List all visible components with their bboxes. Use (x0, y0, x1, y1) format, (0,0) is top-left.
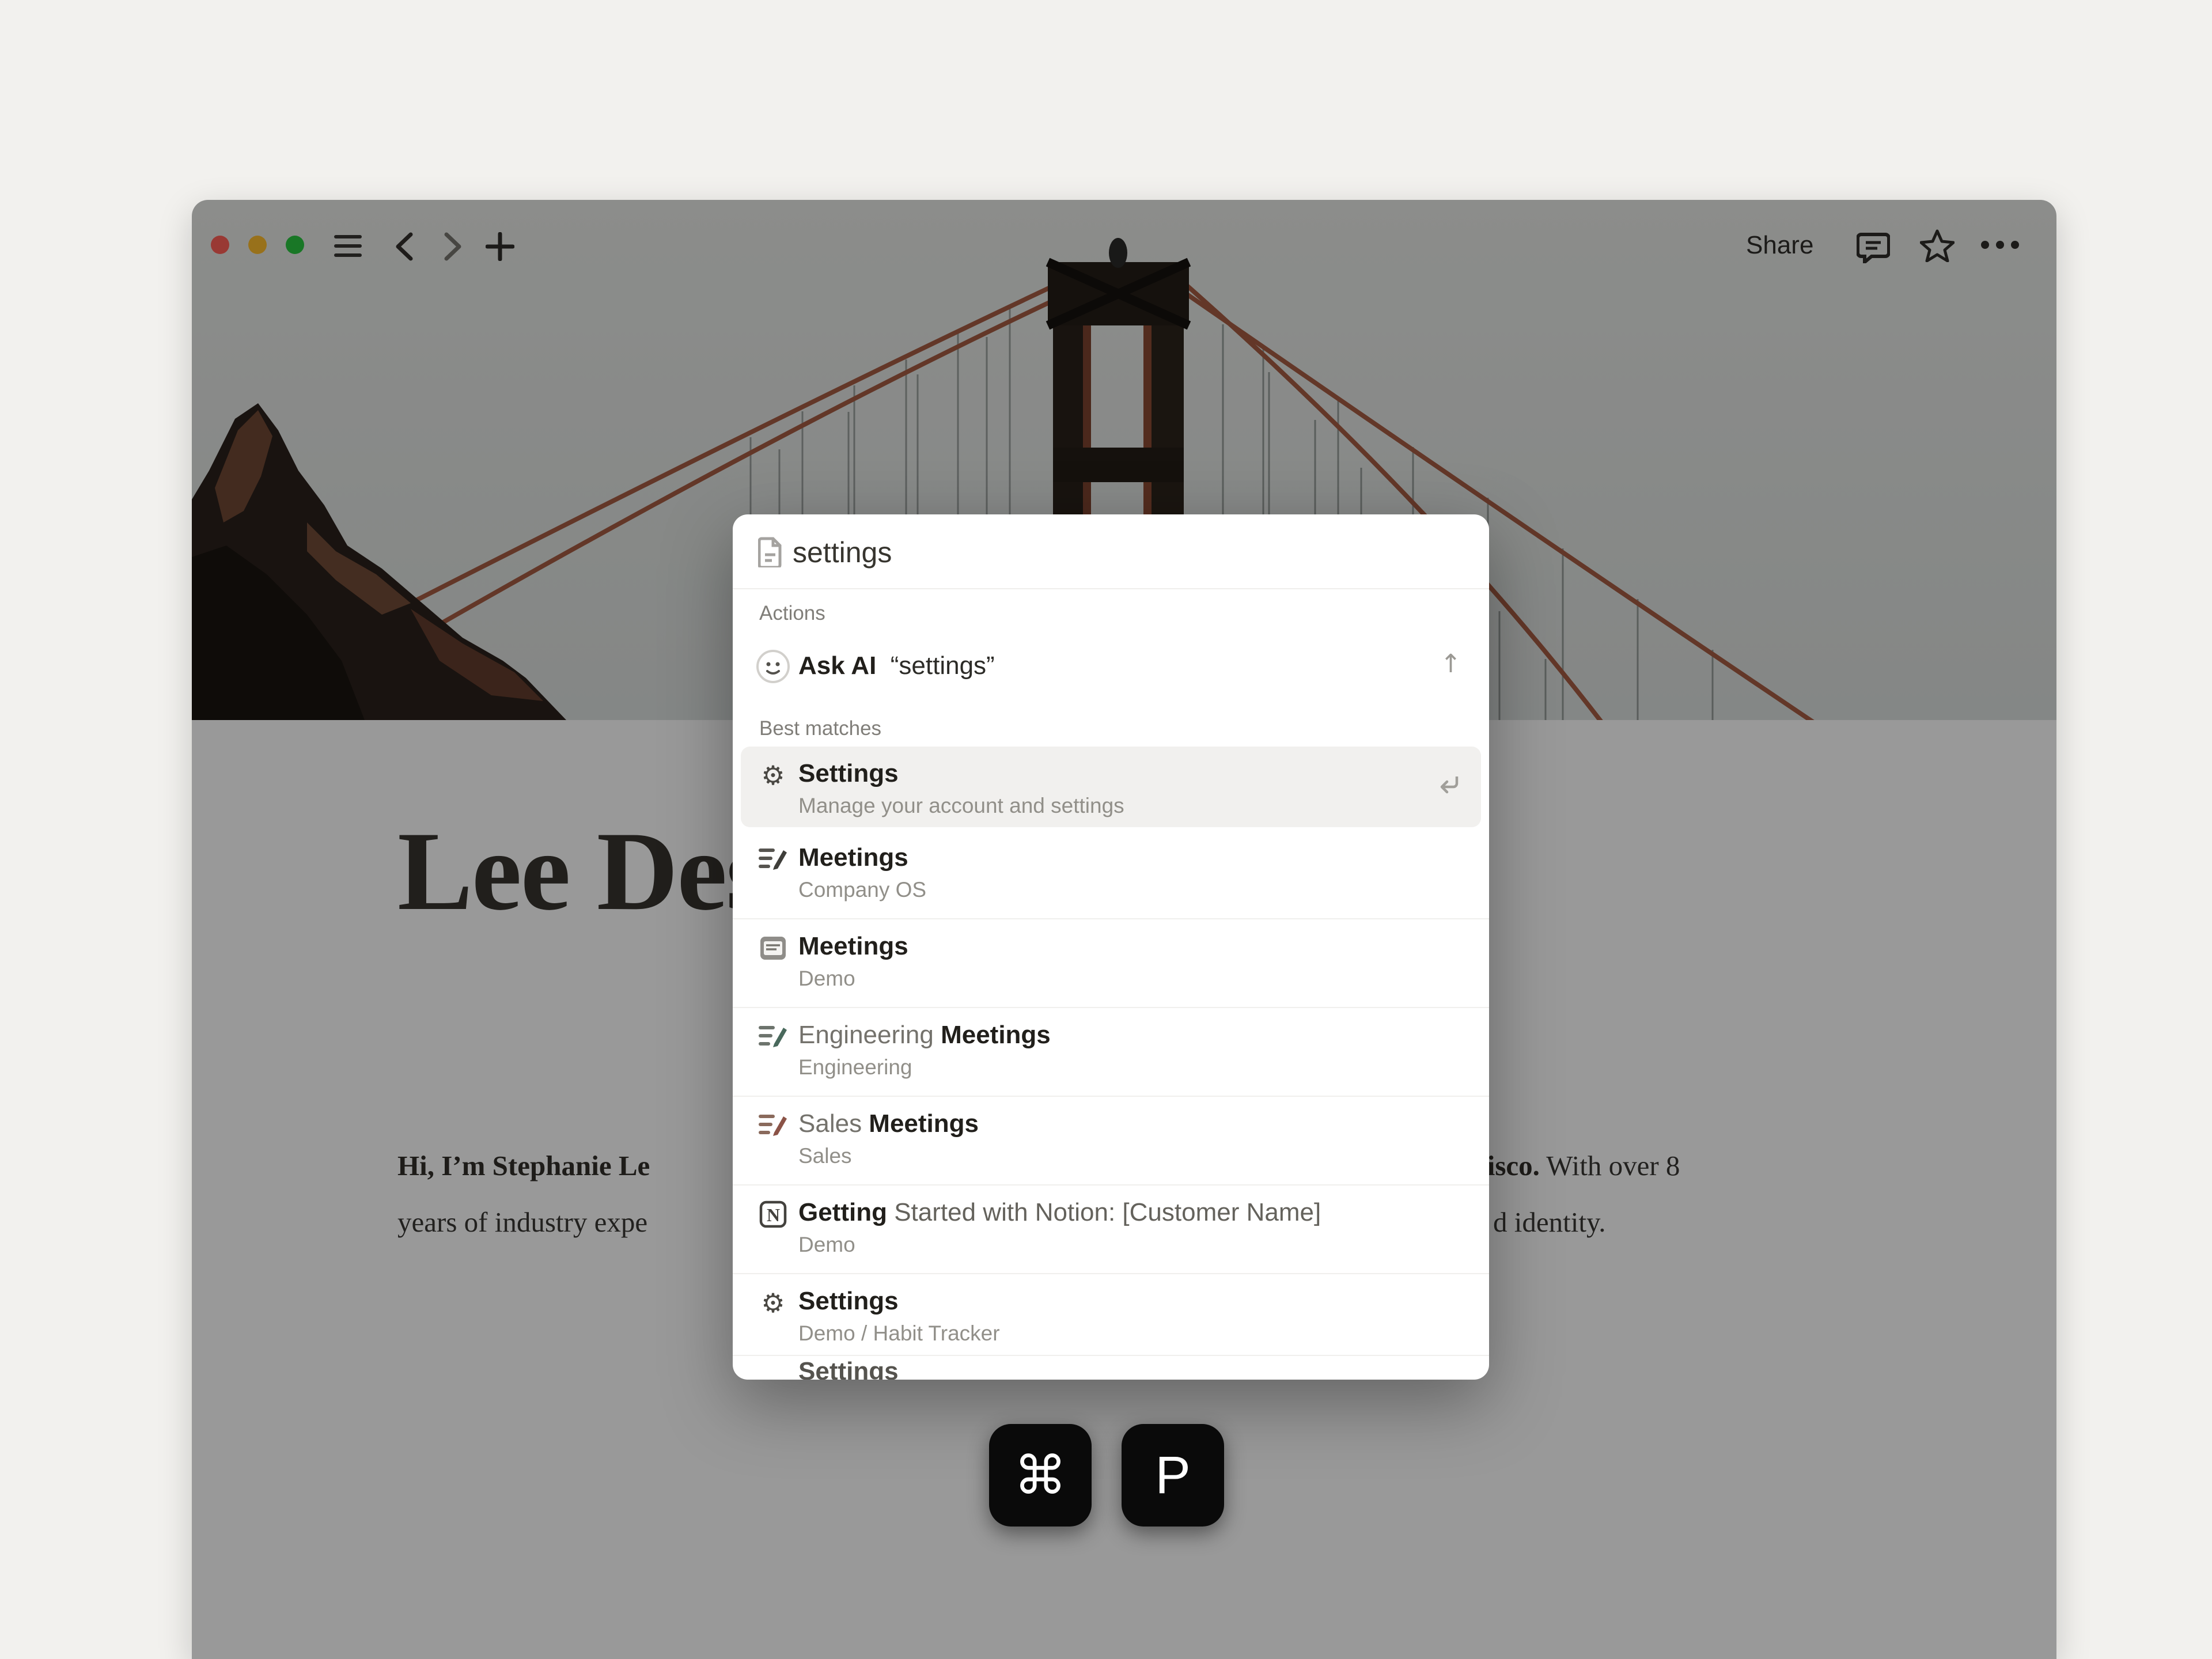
gear-icon: ⚙ (758, 760, 788, 790)
p-keycap: P (1122, 1424, 1224, 1527)
search-result-meetings-demo[interactable]: Meetings Demo (733, 919, 1489, 1007)
search-result-settings-habit-tracker[interactable]: ⚙ Settings Demo / Habit Tracker (733, 1274, 1489, 1355)
meeting-notes-icon (758, 1022, 788, 1052)
enter-icon (1436, 773, 1461, 798)
page-icon (758, 536, 783, 567)
meeting-notes-icon (758, 844, 788, 874)
section-label-actions: Actions (759, 602, 825, 625)
search-result-settings-partial[interactable]: Settings (733, 1356, 1489, 1380)
search-modal: Actions Ask AI “settings” ↑ Best matches… (733, 514, 1489, 1380)
search-input-row (733, 514, 1489, 589)
cmd-keycap: ⌘ (989, 1424, 1092, 1527)
gear-icon: ⚙ (758, 1288, 788, 1318)
search-result-meetings-companyos[interactable]: Meetings Company OS (733, 831, 1489, 918)
search-result-settings[interactable]: ⚙ Settings Manage your account and setti… (733, 747, 1489, 831)
svg-text:N: N (767, 1205, 780, 1225)
ai-face-icon (756, 649, 790, 684)
notion-logo-icon: N (758, 1199, 788, 1229)
search-input[interactable] (791, 535, 1370, 570)
search-result-sales-meetings[interactable]: Sales Meetings Sales (733, 1097, 1489, 1184)
section-label-best-matches: Best matches (759, 717, 881, 740)
note-card-icon (758, 933, 788, 963)
search-result-getting-started[interactable]: N Getting Started with Notion: [Customer… (733, 1185, 1489, 1273)
arrow-up-icon: ↑ (1440, 649, 1461, 679)
search-result-engineering-meetings[interactable]: Engineering Meetings Engineering (733, 1008, 1489, 1096)
ask-ai-row[interactable]: Ask AI “settings” ↑ (733, 633, 1489, 702)
meeting-notes-icon (758, 1111, 788, 1141)
